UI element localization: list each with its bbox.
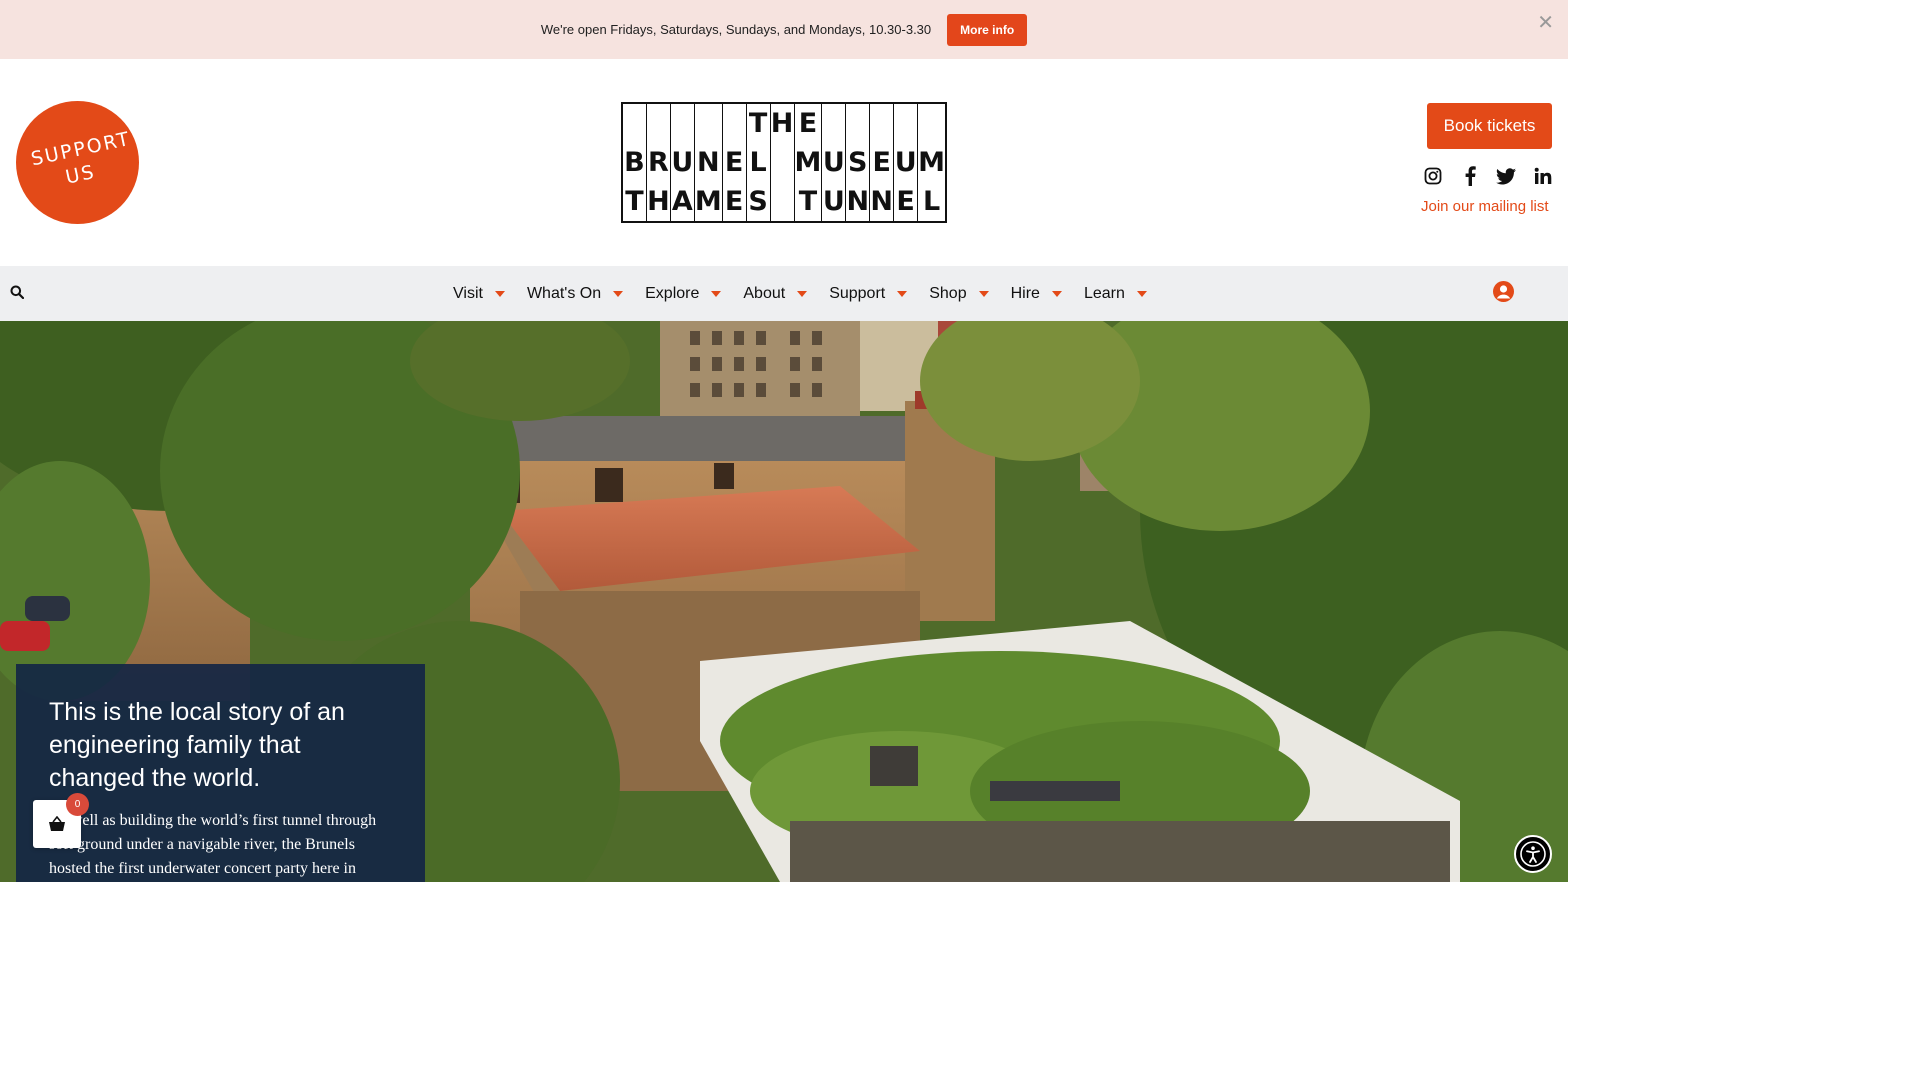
logo-cell: B	[623, 143, 647, 182]
logo-cell: U	[894, 143, 919, 182]
accessibility-button[interactable]	[1514, 835, 1552, 873]
nav-item-support[interactable]: Support	[829, 284, 908, 303]
logo-cell: S	[747, 182, 771, 221]
twitter-icon[interactable]	[1496, 166, 1517, 186]
logo-cell: N	[870, 182, 895, 221]
logo-cell: E	[870, 143, 895, 182]
logo-cell: A	[671, 182, 695, 221]
logo-cell: U	[671, 143, 695, 182]
announcement-bar: We're open Fridays, Saturdays, Sundays, …	[0, 0, 1568, 59]
logo-cell: U	[822, 182, 847, 221]
logo-cell: M	[695, 182, 723, 221]
logo-cell: M	[918, 147, 945, 178]
support-us-badge[interactable]: SUPPORT US	[16, 101, 139, 224]
hero-title: This is the local story of an engineerin…	[49, 698, 345, 792]
nav-menu: Visit What's On Explore About Support Shop Hir…	[453, 266, 1169, 321]
nav-item-label: Visit	[453, 284, 483, 302]
linkedin-icon[interactable]	[1533, 166, 1553, 186]
logo-cell: T	[747, 104, 771, 143]
hero-section: This is the local story of an engineerin…	[0, 321, 1568, 882]
chevron-down-icon	[1136, 290, 1147, 297]
nav-item-what-s-on[interactable]: What's On	[526, 284, 624, 303]
chevron-down-icon	[613, 290, 624, 297]
announcement-text: We're open Fridays, Saturdays, Sundays, …	[540, 22, 932, 37]
logo-cell: E	[795, 104, 823, 143]
mailing-list-link[interactable]: Join our mailing list	[1421, 198, 1549, 215]
logo-cell: L	[922, 186, 941, 217]
site-header: SUPPORT US THEBRUNELMUSEUMTHAMESTUNNEL B…	[0, 59, 1568, 266]
chevron-down-icon	[897, 290, 908, 297]
hero-body: As well as building the world’s first tu…	[49, 812, 377, 877]
logo-cell: L	[747, 143, 771, 182]
logo-cell: E	[894, 182, 919, 221]
facebook-icon[interactable]	[1460, 166, 1480, 186]
logo-cell: M	[795, 143, 823, 182]
basket-icon	[49, 816, 65, 831]
nav-item-label: What's On	[526, 284, 602, 302]
logo-cell: T	[623, 182, 647, 221]
logo-cell: E	[723, 143, 747, 182]
nav-item-label: Shop	[929, 284, 967, 302]
logo-cell	[822, 104, 847, 143]
logo-cell	[723, 104, 747, 143]
logo-cell	[771, 182, 795, 221]
logo-cell	[623, 104, 647, 143]
more-info-button[interactable]: More info	[947, 13, 1028, 46]
logo-cell	[647, 104, 671, 143]
logo-cell: H	[771, 104, 795, 143]
nav-item-label: About	[743, 284, 786, 302]
logo-cell	[870, 104, 895, 143]
nav-item-label: Learn	[1083, 284, 1125, 302]
brunel-museum-logo[interactable]: THEBRUNELMUSEUMTHAMESTUNNEL	[621, 102, 947, 223]
nav-item-label: Support	[829, 284, 886, 302]
accessibility-icon	[1520, 841, 1546, 867]
logo-cell: N	[695, 143, 723, 182]
main-navigation: Visit What's On Explore About Support Shop Hir…	[0, 266, 1568, 321]
logo-cell	[918, 104, 945, 143]
logo-cell: S	[846, 143, 871, 182]
chevron-down-icon	[711, 290, 722, 297]
logo-cell	[894, 104, 919, 143]
logo-cell	[846, 104, 871, 143]
chevron-down-icon	[978, 290, 989, 297]
book-tickets-button[interactable]: Book tickets	[1427, 103, 1552, 149]
logo-cell	[671, 104, 695, 143]
nav-item-hire[interactable]: Hire	[1011, 285, 1062, 303]
search-icon[interactable]	[10, 285, 25, 304]
account-icon[interactable]	[1493, 281, 1514, 302]
logo-cell	[771, 143, 795, 182]
social-links	[1423, 166, 1553, 186]
basket-count-badge: 0	[66, 793, 89, 816]
logo-cell: N	[846, 182, 871, 221]
nav-item-visit[interactable]: Visit	[453, 285, 505, 303]
support-us-label: SUPPORT US	[28, 127, 133, 189]
logo-cell: E	[723, 182, 747, 221]
logo-cell: U	[822, 143, 847, 182]
chevron-down-icon	[1051, 290, 1062, 297]
hero-text-panel: This is the local story of an engineerin…	[16, 664, 425, 882]
logo-cell: T	[795, 182, 823, 221]
close-icon[interactable]: ✕	[1537, 10, 1554, 35]
nav-item-explore[interactable]: Explore	[645, 284, 722, 303]
nav-item-label: Hire	[1010, 284, 1040, 302]
nav-item-shop[interactable]: Shop	[929, 284, 989, 303]
logo-cell: H	[647, 182, 671, 221]
nav-item-about[interactable]: About	[743, 284, 808, 303]
instagram-icon[interactable]	[1423, 166, 1443, 186]
chevron-down-icon	[494, 290, 505, 297]
nav-item-learn[interactable]: Learn	[1084, 285, 1147, 303]
nav-item-label: Explore	[645, 284, 700, 302]
chevron-down-icon	[797, 290, 808, 297]
logo-cell	[695, 104, 723, 143]
logo-cell: R	[647, 143, 671, 182]
